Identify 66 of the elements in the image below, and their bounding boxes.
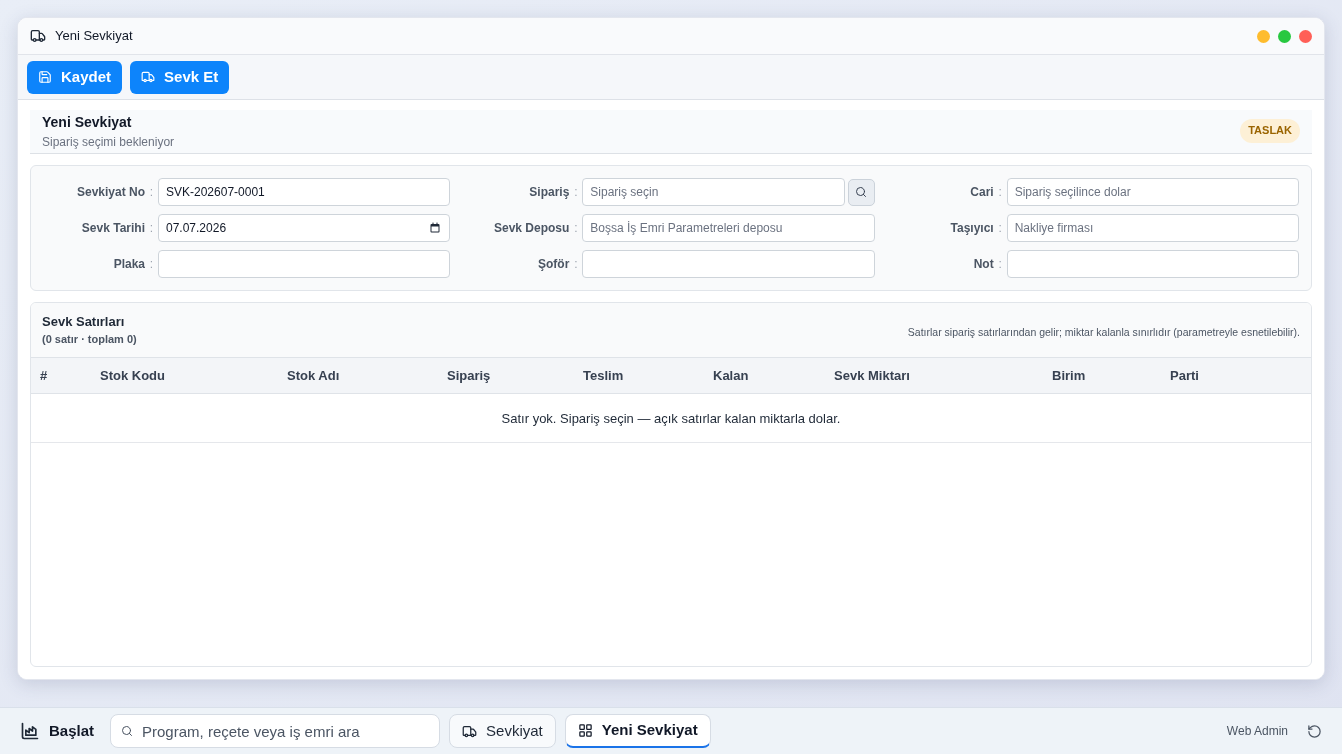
column-header: Stok Kodu (100, 367, 165, 383)
calendar-icon[interactable] (429, 222, 442, 234)
truck-icon (141, 70, 156, 84)
document-subtitle: Sipariş seçimi bekleniyor (42, 134, 175, 150)
label-colon: : (148, 220, 155, 237)
column-header: Stok Adı (287, 367, 340, 383)
maximize-icon[interactable] (1278, 29, 1291, 43)
search-icon (855, 186, 868, 198)
close-icon[interactable] (1299, 29, 1312, 43)
label-colon: : (573, 184, 579, 201)
label-colon: : (148, 256, 155, 273)
document-title: Yeni Sevkiyat (42, 113, 133, 131)
label-colon: : (573, 256, 579, 273)
empty-message: Satır yok. Sipariş seçin — açık satırlar kalan miktarla dolar. (501, 410, 841, 426)
field-label: Şoför (537, 256, 570, 273)
input-field[interactable]: SVK-202607-0001 (158, 178, 451, 206)
input-field[interactable] (1006, 250, 1299, 278)
column-header: Sipariş (447, 367, 491, 383)
field-label: Sipariş (528, 184, 570, 201)
taskbar-tab[interactable]: Yeni Sevkiyat (564, 714, 711, 748)
label-colon: : (997, 220, 1003, 237)
search-field[interactable]: Program, reçete veya iş emri ara (110, 714, 441, 748)
line-summary: (0 satır · toplam 0) (42, 332, 137, 347)
input-field[interactable]: Boşsa İş Emri Parametreleri deposu (582, 214, 875, 242)
label-colon: : (148, 184, 155, 201)
field-label: Taşıyıcı (949, 220, 994, 237)
search-button[interactable] (847, 178, 875, 206)
refresh-button[interactable] (1307, 723, 1322, 739)
field-label: Sevk Deposu (492, 220, 570, 237)
window-title: Yeni Sevkiyat (55, 27, 133, 46)
truck-icon (462, 723, 478, 739)
section-note: Satırlar sipariş satırlarından gelir; miktar kalanla sınırlıdır (parametreyle esnetilebilir). (907, 325, 1300, 341)
input-field[interactable]: Sipariş seçilince dolar (1006, 178, 1299, 206)
truck-icon (30, 28, 46, 44)
user-name: Web Admin (1226, 723, 1288, 740)
section-title: Sevk Satırları (42, 313, 126, 330)
field-label: Cari (969, 184, 994, 201)
label-colon: : (573, 220, 579, 237)
ship-button[interactable]: Sevk Et (130, 60, 230, 94)
status-badge: TASLAK (1240, 118, 1300, 143)
field-label: Sevkiyat No (75, 184, 145, 201)
save-button[interactable]: Kaydet (27, 60, 123, 94)
date-field[interactable]: 07.07.2026 (158, 214, 451, 242)
grid-icon (577, 723, 593, 738)
refresh-icon (1307, 723, 1322, 739)
column-header: Teslim (583, 367, 624, 383)
label-colon: : (997, 184, 1003, 201)
input-field[interactable] (582, 250, 875, 278)
search-icon (121, 725, 134, 737)
save-icon (38, 70, 52, 84)
label-colon: : (997, 256, 1003, 273)
input-field[interactable]: Sipariş seçin (582, 178, 845, 206)
column-header: Parti (1170, 367, 1199, 383)
column-header: Kalan (713, 367, 749, 383)
minimize-icon[interactable] (1257, 29, 1270, 43)
input-field[interactable] (158, 250, 451, 278)
taskbar-tab[interactable]: Sevkiyat (449, 714, 556, 748)
factory-icon (20, 721, 40, 741)
start-button[interactable]: Başlat (20, 719, 95, 743)
field-label: Sevk Tarihi (80, 220, 145, 237)
input-field[interactable]: Nakliye firması (1006, 214, 1299, 242)
column-header: # (40, 367, 48, 383)
field-label: Not (972, 256, 994, 273)
field-label: Plaka (112, 256, 145, 273)
column-header: Birim (1052, 367, 1086, 383)
column-header: Sevk Miktarı (834, 367, 910, 383)
